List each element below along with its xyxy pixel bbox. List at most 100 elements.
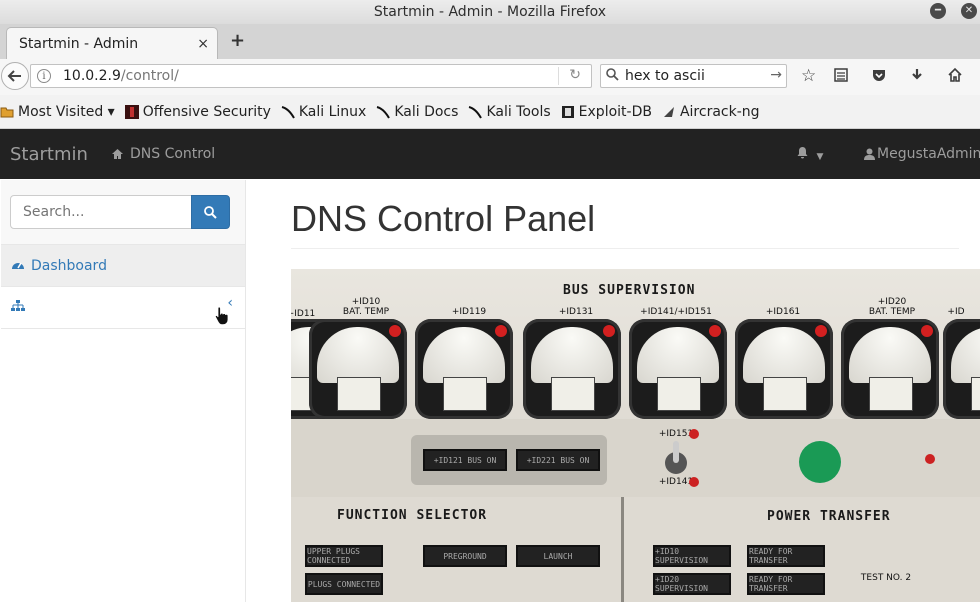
photo-label: +ID119 (451, 307, 487, 317)
hand-cursor-icon (214, 306, 230, 330)
reload-icon[interactable]: ↻ (569, 67, 581, 83)
gauge (943, 319, 980, 419)
folder-icon (0, 105, 14, 119)
bookmark-kali-tools[interactable]: Kali Tools (468, 103, 551, 120)
kali-icon (281, 105, 295, 119)
user-name: MegustaAdmin (877, 146, 980, 162)
bookmark-label: Aircrack-ng (679, 103, 760, 120)
bookmark-kali-docs[interactable]: Kali Docs (376, 104, 458, 120)
gauge (523, 319, 621, 419)
url-path: /control/ (120, 68, 179, 84)
url-separator (558, 67, 559, 85)
nav-link-label: DNS Control (130, 146, 216, 162)
alerts-dropdown[interactable]: ▼ (796, 146, 823, 163)
bookmark-exploit-db[interactable]: Exploit-DB (561, 104, 652, 120)
brand-link[interactable]: Startmin (10, 144, 88, 165)
search-go-icon[interactable]: → (770, 67, 782, 83)
bookmark-aircrack-ng[interactable]: Aircrack-ng (662, 104, 760, 120)
sidebar-item-dashboard[interactable]: Dashboard (1, 245, 245, 287)
bookmark-most-visited[interactable]: Most Visited ▾ (0, 104, 115, 120)
bookmark-label: Exploit-DB (578, 103, 652, 120)
red-light (925, 454, 935, 464)
downloads-icon[interactable] (909, 67, 925, 87)
bookmark-label: Kali Tools (486, 103, 551, 120)
home-icon[interactable] (947, 67, 963, 87)
url-host: 10.0.2.9 (63, 68, 121, 84)
indicator-lamp: +ID221 BUS ON (516, 449, 600, 471)
indicator-lamp: LAUNCH (516, 545, 600, 567)
main-content: DNS Control Panel BUS SUPERVISION +ID11 … (246, 180, 980, 602)
sidebar-search-button[interactable] (191, 195, 230, 229)
tab-strip: Startmin - Admin × + (0, 24, 980, 59)
home-icon (112, 149, 123, 159)
window-title: Startmin - Admin - Mozilla Firefox (373, 4, 607, 20)
search-bar[interactable]: hex to ascii → (600, 64, 787, 88)
photo-label: +ID131 (558, 307, 594, 317)
kali-icon (468, 105, 483, 119)
sidebar-item-label: Dashboard (31, 257, 107, 274)
app-navbar: Startmin DNS Control ▼ MegustaAdmin ▼ (0, 129, 980, 179)
user-dropdown[interactable]: MegustaAdmin ▼ (864, 146, 980, 162)
bookmark-offensive-security[interactable]: Offensive Security (124, 103, 271, 120)
toggle-switch-icon (665, 441, 687, 474)
dashboard-icon (11, 258, 25, 274)
bookmarks-toolbar: Most Visited ▾ Offensive Security Kali L… (0, 95, 980, 129)
aircrack-icon (662, 105, 676, 119)
indicator-lamp: READY FOR TRANSFER (747, 573, 825, 595)
indicator-lamp: PREGROUND (423, 545, 507, 567)
tab-startmin-admin[interactable]: Startmin - Admin × (6, 27, 218, 59)
control-panel-photo: BUS SUPERVISION +ID11 +ID10 BAT. TEMP +I… (291, 269, 980, 602)
photo-label: +ID (947, 307, 965, 317)
indicator-lamp: UPPER PLUGS CONNECTED (305, 545, 383, 567)
bookmark-label: Offensive Security (142, 103, 271, 120)
photo-label: FUNCTION SELECTOR (337, 508, 488, 523)
close-window-button[interactable]: ✕ (961, 3, 977, 19)
bookmark-star-icon[interactable]: ☆ (801, 67, 816, 85)
red-light (689, 477, 699, 487)
bookmark-label: Kali Docs (394, 103, 459, 120)
back-button[interactable] (1, 62, 29, 90)
window-titlebar: Startmin - Admin - Mozilla Firefox ━ ✕ (0, 0, 980, 24)
gauge (629, 319, 727, 419)
sidebar-item-sitemap[interactable]: ‹ (1, 287, 245, 329)
gauge (841, 319, 939, 419)
photo-label: +ID10 BAT. TEMP (342, 297, 390, 317)
search-query: hex to ascii (625, 68, 705, 84)
indicator-lamp: READY FOR TRANSFER (747, 545, 825, 567)
nav-toolbar: i 10.0.2.9/control/ ↻ hex to ascii → ☆ (0, 59, 980, 96)
bookmark-label: Most Visited ▾ (18, 103, 115, 120)
url-bar[interactable]: i 10.0.2.9/control/ ↻ (30, 64, 592, 88)
red-light (689, 429, 699, 439)
tab-close-icon[interactable]: × (197, 36, 209, 52)
nav-link-dns-control[interactable]: DNS Control (111, 146, 215, 162)
caret-down-icon: ▼ (816, 152, 824, 162)
green-button (799, 441, 841, 483)
reader-view-icon[interactable] (833, 67, 849, 87)
pocket-icon[interactable] (871, 67, 887, 87)
bell-icon (797, 147, 808, 159)
gauge (309, 319, 407, 419)
gauge (415, 319, 513, 419)
sidebar: Dashboard ‹ (1, 180, 246, 602)
bookmark-kali-linux[interactable]: Kali Linux (281, 104, 366, 120)
sidebar-search-input[interactable] (10, 195, 192, 229)
indicator-lamp: +ID121 BUS ON (423, 449, 507, 471)
search-icon (606, 67, 619, 85)
photo-label: POWER TRANSFER (767, 509, 891, 524)
panel-divider (621, 497, 624, 602)
indicator-lamp: PLUGS CONNECTED (305, 573, 383, 595)
photo-label: +ID161 (765, 307, 801, 317)
info-icon[interactable]: i (37, 69, 51, 83)
new-tab-button[interactable]: + (230, 32, 245, 50)
exploitdb-icon (561, 105, 575, 119)
indicator-lamp: +ID20 SUPERVISION (653, 573, 731, 595)
back-arrow-icon (7, 70, 21, 82)
photo-label: +ID141/+ID151 (640, 307, 712, 317)
search-icon (204, 205, 217, 219)
photo-label: BUS SUPERVISION (563, 283, 696, 298)
gauge (735, 319, 833, 419)
photo-panel-middle (291, 419, 980, 499)
offsec-icon (124, 104, 139, 119)
minimize-button[interactable]: ━ (930, 3, 946, 19)
kali-icon (376, 105, 391, 119)
